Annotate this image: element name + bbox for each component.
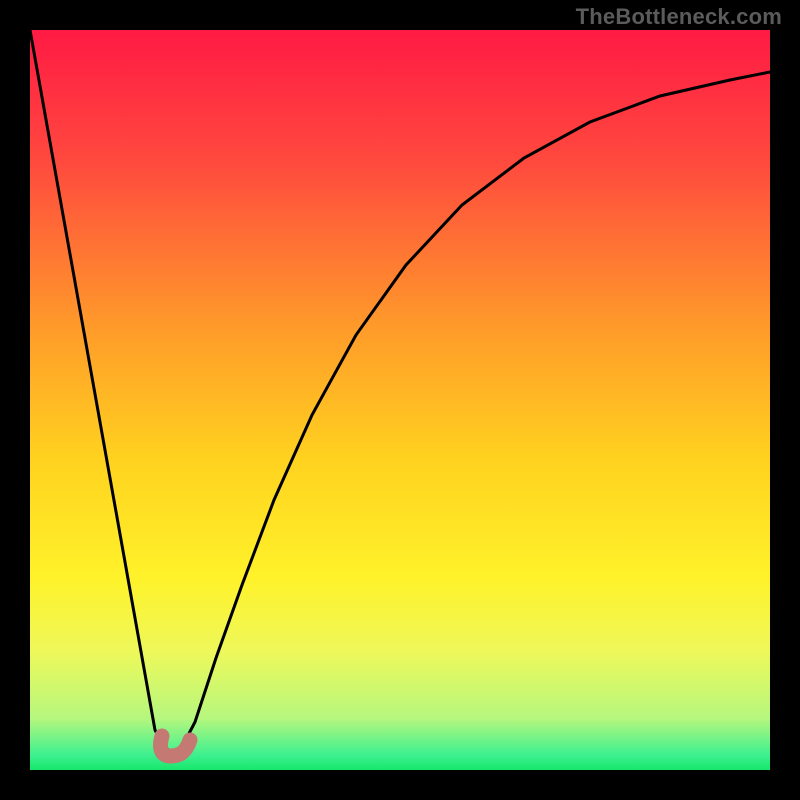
optimal-point-marker xyxy=(150,728,202,764)
watermark-text: TheBottleneck.com xyxy=(576,4,782,30)
curve-path xyxy=(30,30,770,752)
plot-area xyxy=(30,30,770,770)
marker-j-shape xyxy=(161,736,190,756)
chart-frame: TheBottleneck.com xyxy=(0,0,800,800)
bottleneck-curve xyxy=(30,30,770,770)
